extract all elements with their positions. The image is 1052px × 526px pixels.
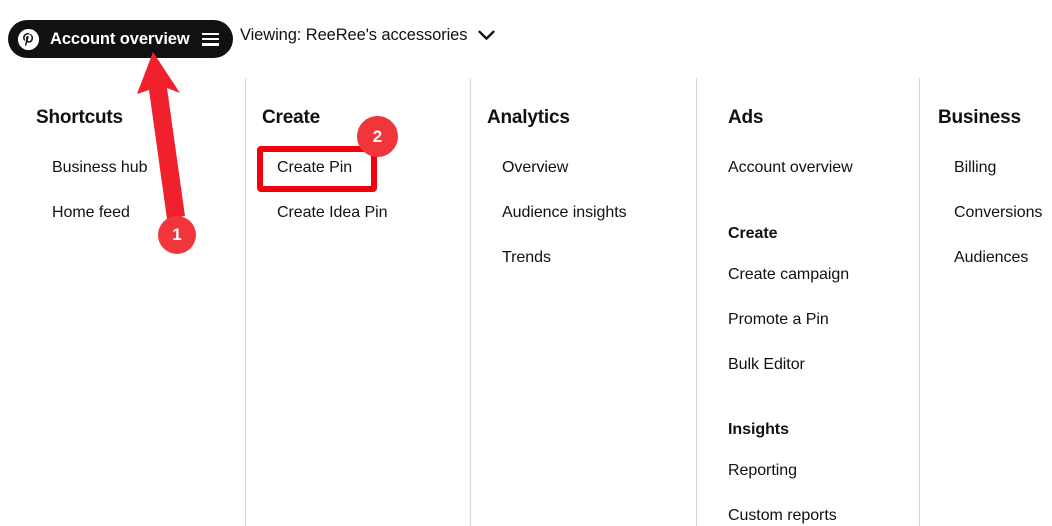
- column-title-shortcuts: Shortcuts: [36, 107, 123, 128]
- account-overview-label: Account overview: [50, 29, 190, 48]
- nav-item-audience-insights[interactable]: Audience insights: [502, 204, 627, 222]
- hamburger-menu-icon[interactable]: [201, 32, 219, 46]
- nav-column-shortcuts: Shortcuts Business hub Home feed: [0, 78, 245, 526]
- nav-item-audiences[interactable]: Audiences: [954, 249, 1028, 267]
- nav-item-reporting[interactable]: Reporting: [728, 462, 797, 480]
- pinterest-logo-icon: [18, 28, 39, 50]
- nav-item-home-feed[interactable]: Home feed: [52, 204, 130, 222]
- nav-item-overview[interactable]: Overview: [502, 159, 568, 177]
- nav-columns: Shortcuts Business hub Home feed Create …: [0, 78, 1052, 526]
- nav-subhead-create: Create: [728, 225, 778, 242]
- nav-subhead-insights: Insights: [728, 421, 789, 438]
- nav-item-trends[interactable]: Trends: [502, 249, 551, 267]
- nav-item-create-idea-pin[interactable]: Create Idea Pin: [277, 204, 387, 222]
- nav-item-ads-account-overview[interactable]: Account overview: [728, 159, 853, 177]
- nav-item-bulk-editor[interactable]: Bulk Editor: [728, 356, 805, 374]
- chevron-down-icon: [478, 30, 496, 41]
- nav-item-custom-reports[interactable]: Custom reports: [728, 507, 837, 525]
- nav-column-create: Create Create Pin Create Idea Pin: [245, 78, 470, 526]
- account-overview-button[interactable]: Account overview: [8, 20, 233, 58]
- column-title-analytics: Analytics: [487, 107, 570, 128]
- column-title-create: Create: [262, 107, 320, 128]
- viewing-label: Viewing: ReeRee's accessories: [240, 26, 468, 44]
- nav-column-business: Business Billing Conversions Audiences: [919, 78, 1052, 526]
- nav-column-analytics: Analytics Overview Audience insights Tre…: [470, 78, 696, 526]
- nav-item-conversions[interactable]: Conversions: [954, 204, 1042, 222]
- account-switcher-dropdown[interactable]: Viewing: ReeRee's accessories: [240, 26, 496, 45]
- column-title-ads: Ads: [728, 107, 764, 128]
- nav-item-business-hub[interactable]: Business hub: [52, 159, 148, 177]
- nav-item-create-pin[interactable]: Create Pin: [277, 159, 352, 177]
- nav-item-promote-a-pin[interactable]: Promote a Pin: [728, 311, 829, 329]
- nav-item-billing[interactable]: Billing: [954, 159, 996, 177]
- column-title-business: Business: [938, 107, 1021, 128]
- nav-column-ads: Ads Account overview Create Create campa…: [696, 78, 919, 526]
- top-bar: Account overview Viewing: ReeRee's acces…: [0, 0, 1052, 78]
- nav-item-create-campaign[interactable]: Create campaign: [728, 266, 849, 284]
